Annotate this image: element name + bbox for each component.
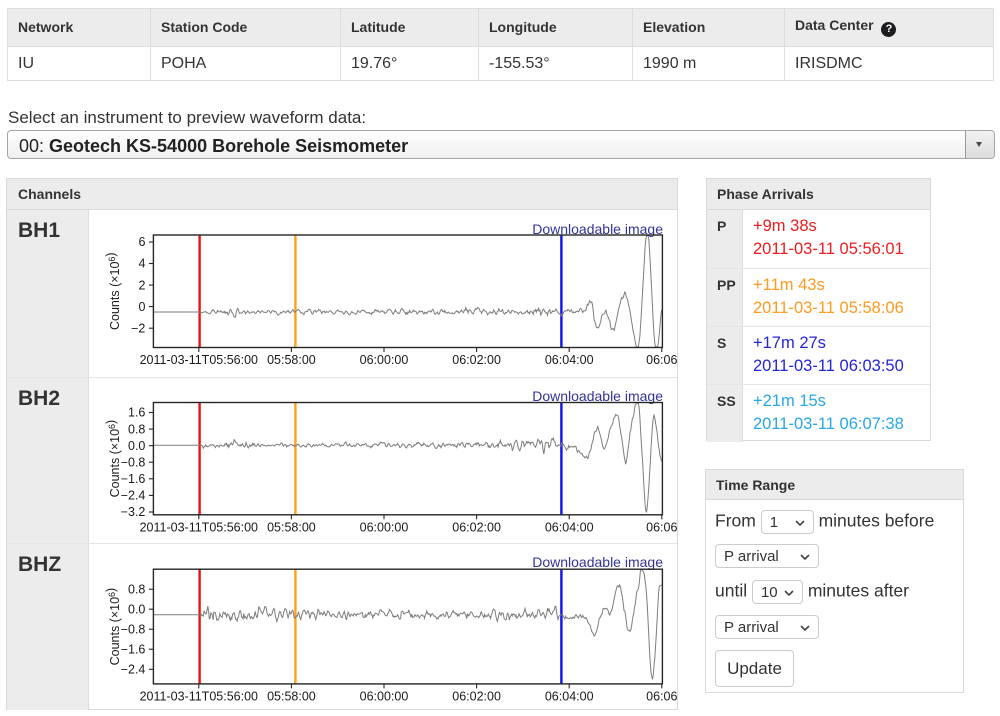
svg-text:−2.4: −2.4 [121,663,146,677]
svg-text:2011-03-11T05:56:00: 2011-03-11T05:56:00 [140,520,258,534]
svg-text:05:58:00: 05:58:00 [267,520,316,534]
svg-text:−2.4: −2.4 [121,489,146,503]
svg-text:1.6: 1.6 [128,406,145,420]
svg-text:06:00:00: 06:00:00 [360,689,409,703]
svg-text:06:04:00: 06:04:00 [545,353,594,367]
svg-text:Counts (×106): Counts (×106) [104,252,122,330]
svg-text:Counts (×106): Counts (×106) [104,588,122,666]
svg-text:−1.6: −1.6 [121,642,146,656]
svg-text:06:06: 06:06 [646,353,677,367]
svg-text:05:58:00: 05:58:00 [267,353,316,367]
svg-text:06:04:00: 06:04:00 [545,520,594,534]
svg-text:0: 0 [138,300,145,314]
svg-text:06:02:00: 06:02:00 [452,520,501,534]
svg-text:4: 4 [138,257,145,271]
svg-text:−0.8: −0.8 [121,455,146,469]
svg-text:0.0: 0.0 [128,439,145,453]
svg-text:06:02:00: 06:02:00 [452,353,501,367]
svg-text:06:06: 06:06 [646,689,677,703]
svg-text:−3.2: −3.2 [121,505,146,519]
svg-text:−2: −2 [131,321,145,335]
svg-text:06:06: 06:06 [646,520,677,534]
svg-text:0.8: 0.8 [128,422,145,436]
svg-text:−0.8: −0.8 [121,622,146,636]
svg-text:2011-03-11T05:56:00: 2011-03-11T05:56:00 [140,353,258,367]
svg-text:2011-03-11T05:56:00: 2011-03-11T05:56:00 [140,689,258,703]
svg-text:06:00:00: 06:00:00 [360,353,409,367]
svg-text:2: 2 [138,278,145,292]
svg-text:6: 6 [138,235,145,249]
svg-text:05:58:00: 05:58:00 [267,689,316,703]
svg-text:−1.6: −1.6 [121,472,146,486]
svg-text:06:04:00: 06:04:00 [545,689,594,703]
svg-text:0.8: 0.8 [128,582,145,596]
svg-text:06:02:00: 06:02:00 [452,689,501,703]
svg-text:06:00:00: 06:00:00 [360,520,409,534]
svg-text:0.0: 0.0 [128,602,145,616]
svg-text:Counts (×106): Counts (×106) [104,420,122,498]
